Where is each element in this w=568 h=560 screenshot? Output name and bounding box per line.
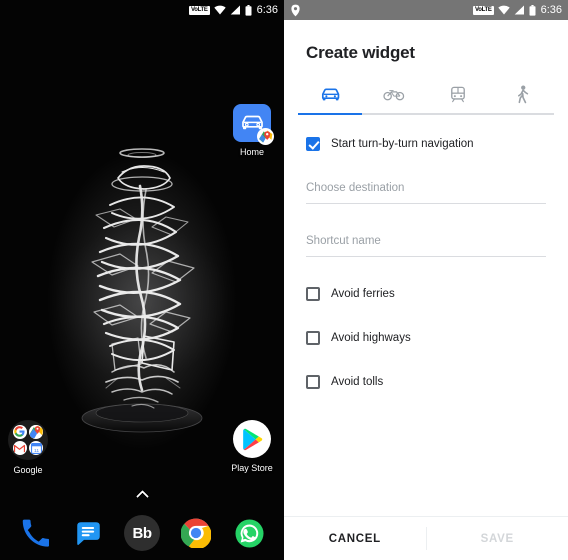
transport-mode-tabs xyxy=(284,79,568,109)
start-navigation-checkbox[interactable] xyxy=(306,137,320,151)
folder-icon: 11 xyxy=(8,420,48,460)
battery-icon xyxy=(529,4,536,16)
calendar-icon: 11 xyxy=(29,441,44,456)
page-title: Create widget xyxy=(306,43,415,62)
play-store-icon xyxy=(233,420,271,458)
dock: Bb xyxy=(0,506,284,560)
destination-input[interactable] xyxy=(306,182,546,194)
play-store-label: Play Store xyxy=(231,463,273,473)
avoid-tolls-label: Avoid tolls xyxy=(331,376,384,388)
volte-badge: VoLTE xyxy=(188,5,210,15)
android-home-screen: VoLTE 6:36 Home 11 Google Play Store Bb xyxy=(0,0,284,560)
avoid-highways-label: Avoid highways xyxy=(331,332,411,344)
maps-icon xyxy=(29,424,44,439)
chrome-icon xyxy=(180,518,211,548)
avoid-ferries-checkbox[interactable] xyxy=(306,287,320,301)
maps-pin-icon xyxy=(257,128,274,145)
google-g-icon xyxy=(12,424,27,439)
bb-icon: Bb xyxy=(123,515,160,551)
phone-app[interactable] xyxy=(17,515,53,551)
home-clock: 6:36 xyxy=(256,4,278,16)
home-shortcut-label: Home xyxy=(239,147,264,157)
avoid-highways-checkbox[interactable] xyxy=(306,331,320,345)
widget-form: Start turn-by-turn navigation Avoid ferr… xyxy=(284,115,568,516)
cancel-button[interactable]: CANCEL xyxy=(284,517,426,560)
wallpaper-light-sculpture xyxy=(47,148,237,450)
train-icon xyxy=(451,86,465,102)
google-folder[interactable]: 11 Google xyxy=(0,420,56,475)
avoid-tolls-checkbox[interactable] xyxy=(306,375,320,389)
signal-icon xyxy=(230,5,240,15)
location-pin-icon xyxy=(291,4,300,16)
dialog-actions: CANCEL SAVE xyxy=(284,516,568,560)
home-shortcut-icon[interactable]: Home xyxy=(224,104,280,157)
start-navigation-label: Start turn-by-turn navigation xyxy=(331,138,474,150)
widget-volte-badge: VoLTE xyxy=(472,5,494,15)
whatsapp-app[interactable] xyxy=(231,515,267,551)
signal-icon xyxy=(514,5,524,15)
shortcut-name-field[interactable] xyxy=(306,231,546,257)
car-icon xyxy=(321,88,339,100)
tab-cycling[interactable] xyxy=(362,79,426,109)
google-folder-label: Google xyxy=(13,465,43,475)
widget-status-bar: VoLTE 6:36 xyxy=(284,0,568,20)
phone-icon xyxy=(22,519,49,547)
screenshot-root: VoLTE 6:36 Home 11 Google Play Store Bb … xyxy=(0,0,568,560)
widget-clock: 6:36 xyxy=(540,4,562,16)
tab-active-indicator xyxy=(298,113,362,115)
start-navigation-row[interactable]: Start turn-by-turn navigation xyxy=(306,137,546,151)
tab-driving[interactable] xyxy=(298,79,362,109)
bb-app[interactable]: Bb xyxy=(123,515,160,551)
svg-text:11: 11 xyxy=(34,448,39,454)
avoid-tolls-row[interactable]: Avoid tolls xyxy=(306,375,546,389)
shortcut-name-input[interactable] xyxy=(306,235,546,247)
tab-walking[interactable] xyxy=(490,79,554,109)
chrome-app[interactable] xyxy=(178,515,214,551)
battery-icon xyxy=(245,4,252,16)
car-maps-icon xyxy=(233,104,274,145)
messages-icon xyxy=(77,521,100,545)
save-button[interactable]: SAVE xyxy=(426,517,568,560)
whatsapp-icon xyxy=(235,518,264,548)
gmail-icon xyxy=(12,441,27,456)
walking-icon xyxy=(517,84,528,103)
avoid-ferries-row[interactable]: Avoid ferries xyxy=(306,287,546,301)
destination-field[interactable] xyxy=(306,178,546,204)
wifi-icon xyxy=(213,5,226,15)
tabs-underline xyxy=(298,113,554,115)
home-status-bar: VoLTE 6:36 xyxy=(0,0,284,20)
create-widget-dialog: VoLTE 6:36 Create widget Start turn-by-t… xyxy=(284,0,568,560)
messages-app[interactable] xyxy=(70,515,106,551)
app-drawer-handle[interactable] xyxy=(0,490,284,503)
tab-transit[interactable] xyxy=(426,79,490,109)
avoid-highways-row[interactable]: Avoid highways xyxy=(306,331,546,345)
wifi-icon xyxy=(497,5,510,15)
chevron-up-icon xyxy=(135,490,149,503)
play-store-shortcut[interactable]: Play Store xyxy=(224,420,280,473)
bicycle-icon xyxy=(383,90,405,101)
avoid-ferries-label: Avoid ferries xyxy=(331,288,395,300)
